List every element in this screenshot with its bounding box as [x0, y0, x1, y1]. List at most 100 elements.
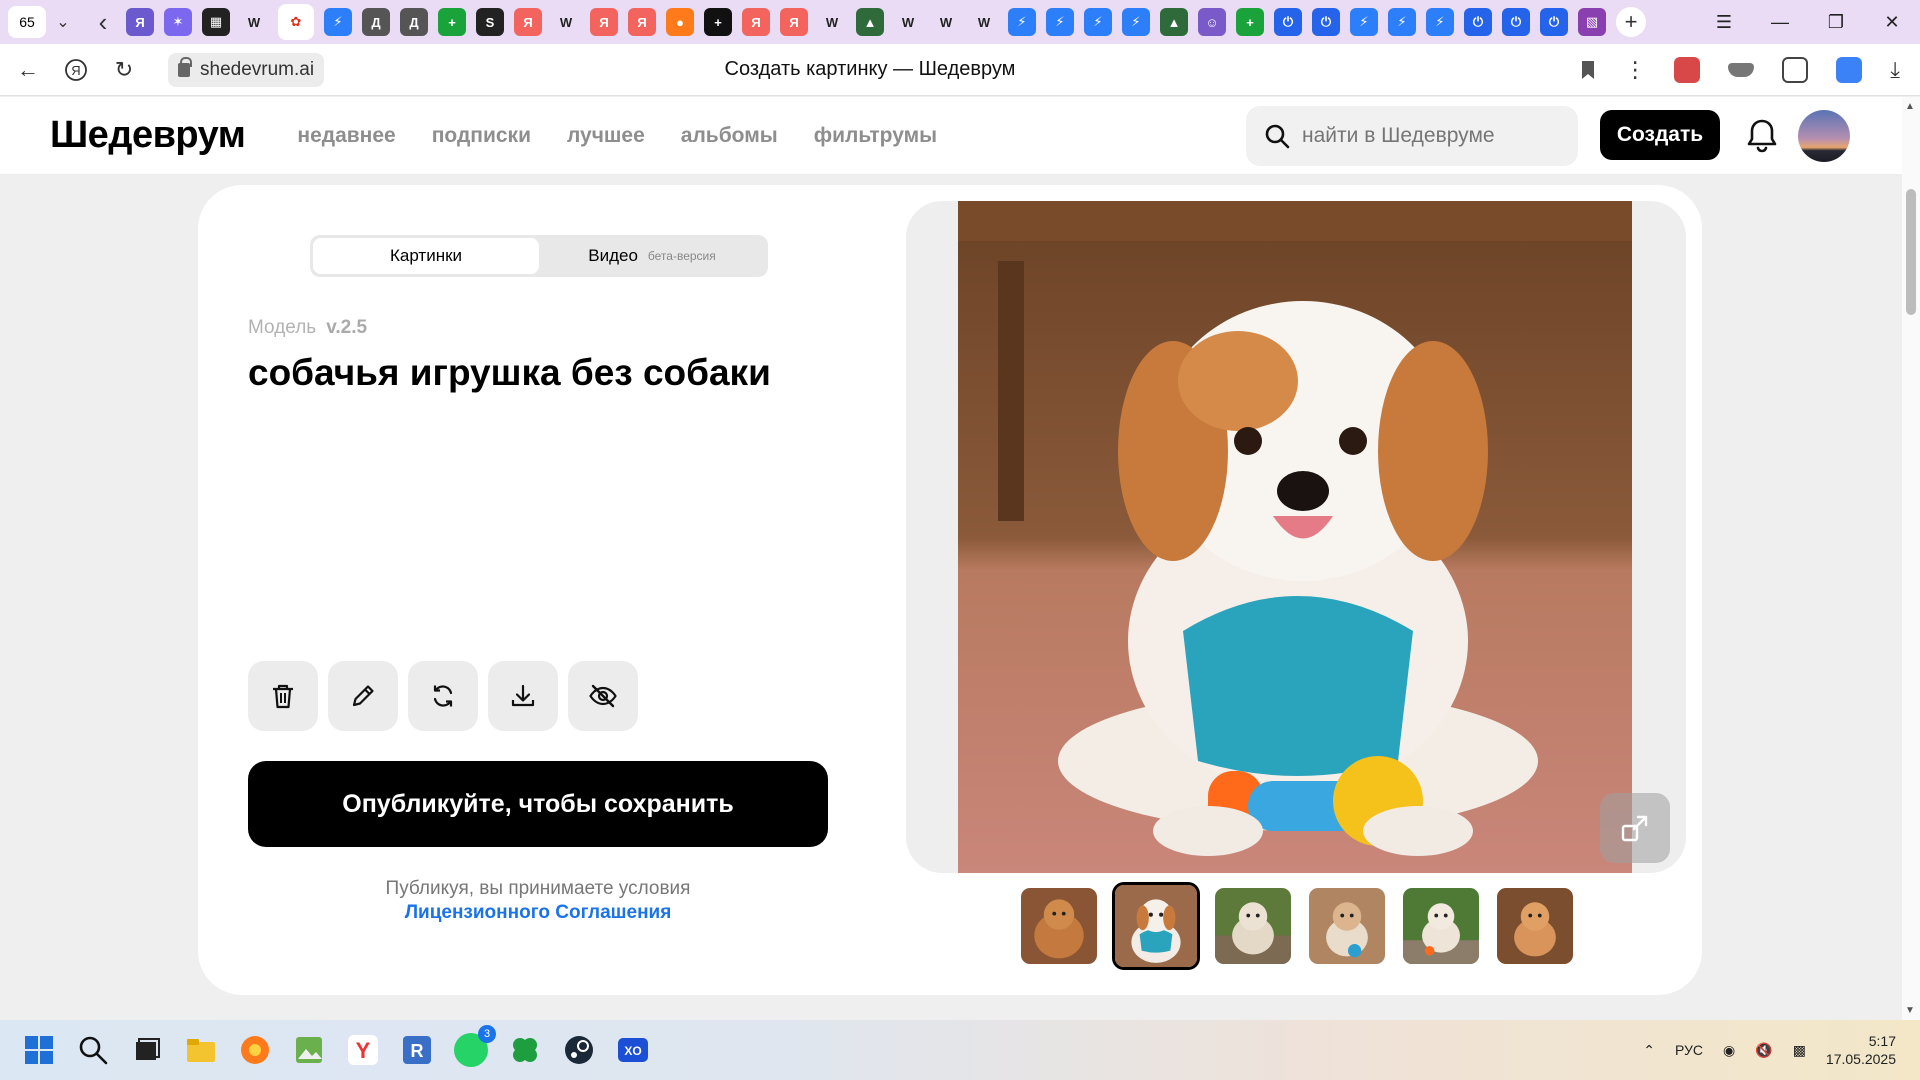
- extension-icon[interactable]: [1836, 56, 1863, 83]
- wikipedia-icon[interactable]: W: [818, 8, 846, 36]
- page-scrollbar[interactable]: ▲ ▼: [1902, 97, 1920, 1020]
- bolt-icon[interactable]: ⚡: [1350, 8, 1378, 36]
- tab-images[interactable]: Картинки: [313, 238, 539, 274]
- power-icon[interactable]: ⏻: [1274, 8, 1302, 36]
- avatar[interactable]: [1798, 110, 1850, 162]
- wikipedia-icon[interactable]: W: [970, 8, 998, 36]
- ai-icon[interactable]: ✶: [164, 8, 192, 36]
- music-app-icon[interactable]: [238, 1033, 272, 1067]
- whatsapp-icon[interactable]: 3: [454, 1025, 496, 1067]
- bolt-icon[interactable]: ⚡: [1084, 8, 1112, 36]
- person-icon[interactable]: ☺: [1198, 8, 1226, 36]
- license-agreement-link[interactable]: Лицензионного Соглашения: [405, 902, 672, 923]
- bolt-icon[interactable]: ⚡: [1426, 8, 1454, 36]
- search-icon[interactable]: [76, 1033, 110, 1067]
- thumbnail-1[interactable]: [1018, 885, 1100, 967]
- bolt-icon[interactable]: ⚡: [1388, 8, 1416, 36]
- menu-icon[interactable]: ☰: [1696, 0, 1752, 44]
- wikipedia-icon[interactable]: W: [552, 8, 580, 36]
- yandex-logo-icon[interactable]: Я: [56, 50, 96, 90]
- thumbnail-2[interactable]: [1112, 882, 1200, 970]
- scroll-down-icon[interactable]: ▼: [1905, 1005, 1915, 1016]
- yandex-browser-icon[interactable]: Y: [346, 1033, 380, 1067]
- pattern-icon[interactable]: ▦: [202, 8, 230, 36]
- task-view-icon[interactable]: [130, 1033, 164, 1067]
- plus-green-icon[interactable]: +: [1236, 8, 1264, 36]
- download-button[interactable]: [488, 661, 558, 731]
- wikipedia-icon[interactable]: W: [932, 8, 960, 36]
- file-explorer-icon[interactable]: [184, 1033, 218, 1067]
- fullscreen-button[interactable]: [1600, 793, 1670, 863]
- tab-video[interactable]: Видео бета-версия: [539, 238, 765, 274]
- steam-icon[interactable]: [562, 1033, 596, 1067]
- thumbnail-3[interactable]: [1212, 885, 1294, 967]
- fire-icon[interactable]: ●: [666, 8, 694, 36]
- chevron-up-icon[interactable]: ⌃: [1643, 1042, 1655, 1059]
- bookmark-icon[interactable]: [1580, 60, 1596, 80]
- image-viewer-icon[interactable]: [292, 1033, 326, 1067]
- thumbnail-4[interactable]: [1306, 885, 1388, 967]
- clover-icon[interactable]: [508, 1033, 542, 1067]
- power-icon[interactable]: ⏻: [1540, 8, 1568, 36]
- nav-link[interactable]: подписки: [432, 124, 531, 148]
- bolt-icon[interactable]: ⚡: [1046, 8, 1074, 36]
- car-icon[interactable]: ▲: [856, 8, 884, 36]
- downloads-icon[interactable]: ⤓: [1890, 57, 1900, 83]
- bolt-icon[interactable]: ⚡: [1008, 8, 1036, 36]
- chevron-down-icon[interactable]: ⌄: [46, 6, 80, 38]
- scroll-thumb[interactable]: [1906, 189, 1916, 315]
- scroll-up-icon[interactable]: ▲: [1905, 101, 1915, 112]
- create-button[interactable]: Создать: [1600, 110, 1720, 160]
- minimize-icon[interactable]: —: [1752, 0, 1808, 44]
- restore-icon[interactable]: ❐: [1808, 0, 1864, 44]
- bolt-icon[interactable]: ⚡: [324, 8, 352, 36]
- wikipedia-icon[interactable]: W: [240, 8, 268, 36]
- battery-icon[interactable]: ▩: [1793, 1042, 1806, 1059]
- yandex-icon[interactable]: Я: [514, 8, 542, 36]
- plus-dark-icon[interactable]: +: [704, 8, 732, 36]
- wikipedia-icon[interactable]: W: [894, 8, 922, 36]
- plus-green-icon[interactable]: +: [438, 8, 466, 36]
- car-icon[interactable]: ▲: [1160, 8, 1188, 36]
- volume-muted-icon[interactable]: 🔇: [1755, 1042, 1772, 1059]
- bell-icon[interactable]: [1744, 117, 1780, 155]
- url-field[interactable]: shedevrum.ai: [168, 52, 325, 87]
- back-arrow-icon[interactable]: ←: [8, 50, 48, 90]
- language-indicator[interactable]: РУС: [1675, 1042, 1703, 1058]
- regenerate-button[interactable]: [408, 661, 478, 731]
- search-box[interactable]: [1246, 106, 1578, 166]
- nav-link[interactable]: недавнее: [297, 124, 395, 148]
- reload-icon[interactable]: ↻: [104, 50, 144, 90]
- yandex-icon[interactable]: Я: [590, 8, 618, 36]
- model-version[interactable]: v.2.5: [326, 317, 367, 338]
- shedevrum-icon[interactable]: ✿: [278, 4, 314, 40]
- close-icon[interactable]: ✕: [1864, 0, 1920, 44]
- windows-start-icon[interactable]: [22, 1033, 56, 1067]
- extension-icon[interactable]: [1674, 56, 1701, 83]
- yandex-icon[interactable]: Я: [780, 8, 808, 36]
- text-app-icon[interactable]: R: [400, 1033, 434, 1067]
- thumbnail-6[interactable]: [1494, 885, 1576, 967]
- yandex-icon[interactable]: Я: [742, 8, 770, 36]
- site-logo[interactable]: Шедеврум: [50, 114, 246, 157]
- new-tab-button[interactable]: +: [1616, 7, 1646, 37]
- generated-image[interactable]: [958, 201, 1632, 873]
- nav-link[interactable]: лучшее: [567, 124, 645, 148]
- power-icon[interactable]: ⏻: [1464, 8, 1492, 36]
- extension-icon[interactable]: [1782, 56, 1809, 83]
- clock[interactable]: 5:17 17.05.2025: [1826, 1032, 1896, 1068]
- publish-button[interactable]: Опубликуйте, чтобы сохранить: [248, 761, 828, 847]
- art-icon[interactable]: ▧: [1578, 8, 1606, 36]
- s-dark-icon[interactable]: S: [476, 8, 504, 36]
- power-icon[interactable]: ⏻: [1502, 8, 1530, 36]
- extension-icon[interactable]: [1728, 62, 1755, 77]
- bolt-icon[interactable]: ⚡: [1122, 8, 1150, 36]
- more-options-icon[interactable]: ⋮: [1624, 57, 1646, 83]
- letter-d-icon[interactable]: Д: [362, 8, 390, 36]
- xo-app-icon[interactable]: XO: [616, 1033, 650, 1067]
- delete-button[interactable]: [248, 661, 318, 731]
- nav-link[interactable]: альбомы: [681, 124, 778, 148]
- chevron-left-icon[interactable]: ‹: [86, 6, 120, 38]
- hide-button[interactable]: [568, 661, 638, 731]
- yandex-icon[interactable]: Я: [628, 8, 656, 36]
